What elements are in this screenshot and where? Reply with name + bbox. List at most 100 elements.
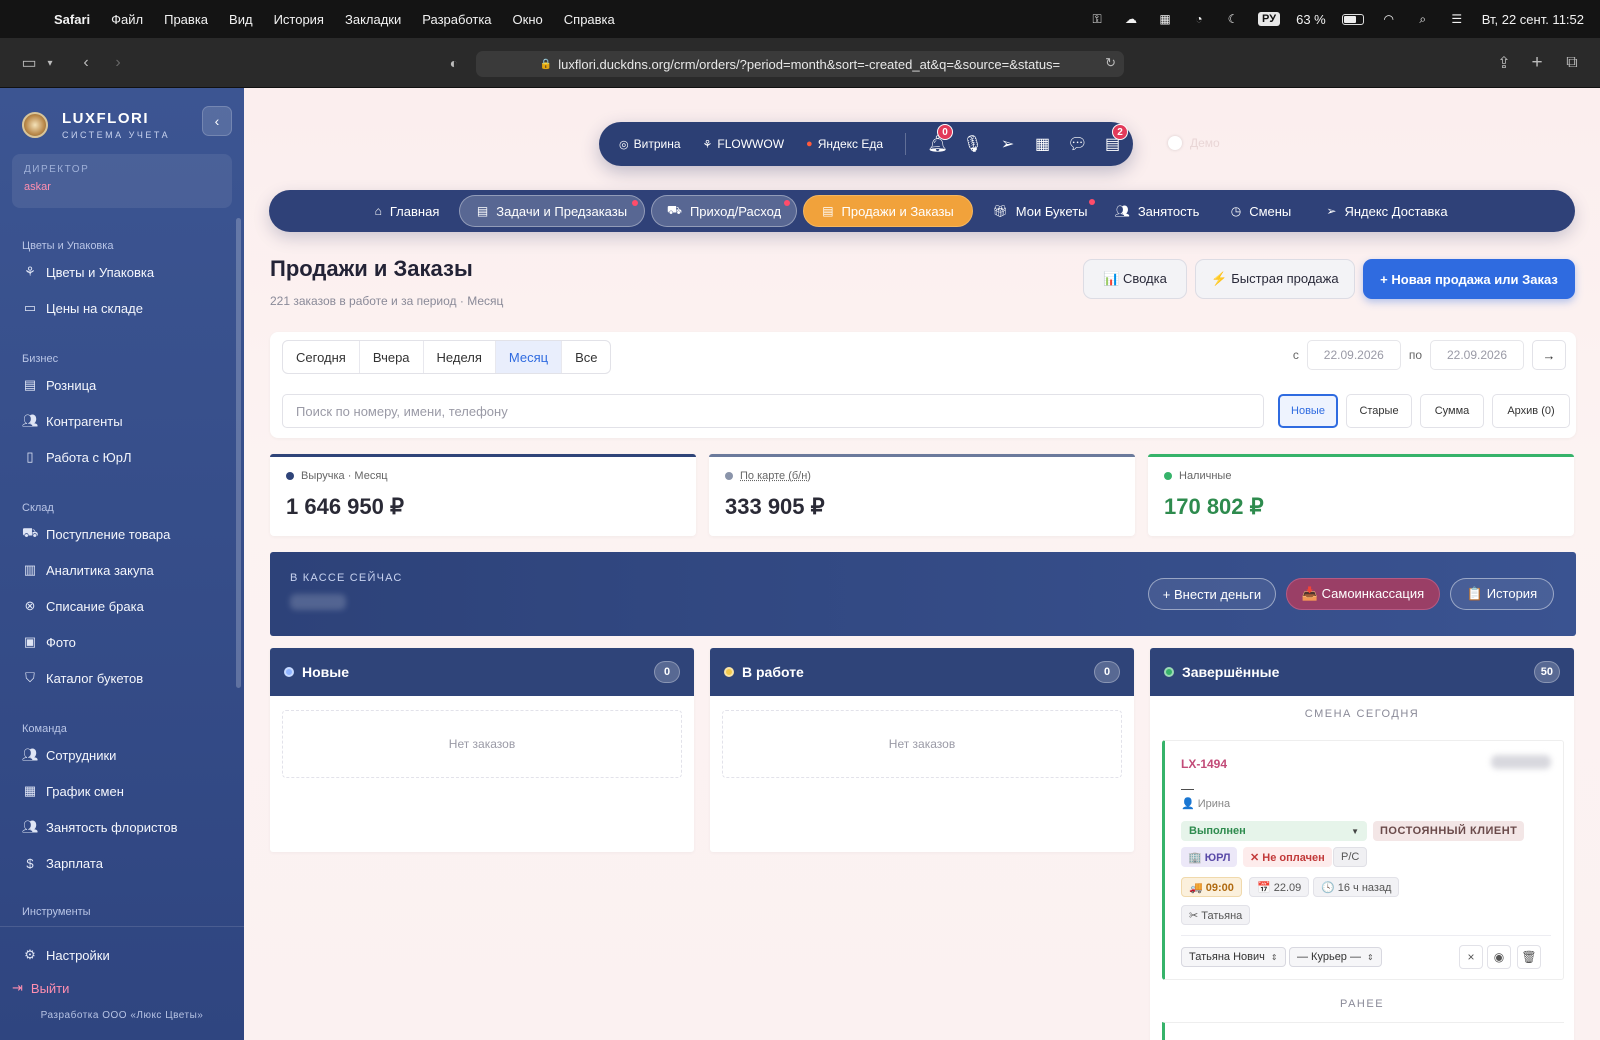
sort-amount-button[interactable]: Сумма xyxy=(1420,394,1484,428)
reload-icon[interactable]: ↻ xyxy=(1105,55,1116,71)
logout-label: Выйти xyxy=(30,980,70,996)
sidebar-item-employees[interactable]: 👥︎ Сотрудники xyxy=(22,744,232,766)
back-icon[interactable]: ‹ xyxy=(76,51,96,75)
battery-icon[interactable] xyxy=(1341,13,1364,25)
keyboard-icon[interactable]: ▦ xyxy=(1156,12,1174,26)
period-week[interactable]: Неделя xyxy=(424,341,496,373)
tabs-overview-icon[interactable]: ⧉ xyxy=(1562,51,1582,75)
gift-icon: 🎁︎ xyxy=(992,204,1008,218)
view-order-button[interactable]: ◉ xyxy=(1487,945,1511,969)
send-button[interactable]: ➢ xyxy=(990,134,1025,154)
nav-yandex-delivery[interactable]: ➢ Яндекс Доставка xyxy=(1313,195,1461,227)
menu-bookmarks[interactable]: Закладки xyxy=(345,12,401,27)
menu-window[interactable]: Окно xyxy=(513,12,543,27)
sidebar-item-write-off[interactable]: ⊗ Списание брака xyxy=(22,595,232,617)
order-status-select[interactable]: Выполнен ▼ xyxy=(1181,821,1367,841)
archive-button[interactable]: Архив (0) xyxy=(1492,394,1570,428)
logout-link[interactable]: ⇥ Выйти xyxy=(12,980,69,996)
forward-icon[interactable]: › xyxy=(108,51,128,75)
delete-order-button[interactable]: 🗑︎ xyxy=(1517,945,1541,969)
cash-history-button[interactable]: 📋 История xyxy=(1450,578,1554,610)
nav-my-bouquets[interactable]: 🎁︎ Мои Букеты xyxy=(979,195,1101,227)
nav-sales-orders[interactable]: ▤ Продажи и Заказы xyxy=(803,195,973,227)
sidebar-item-florist-workload[interactable]: 👥︎ Занятость флористов xyxy=(22,816,232,838)
nav-shifts[interactable]: ◷ Смены xyxy=(1219,195,1303,227)
apply-date-range-button[interactable]: → xyxy=(1532,340,1566,370)
moon-icon[interactable]: ☾ xyxy=(1224,12,1242,26)
summary-button[interactable]: 📊 Сводка xyxy=(1083,259,1187,299)
input-language-badge[interactable]: РУ xyxy=(1258,12,1281,26)
source-yandex-eda[interactable]: ● Яндекс Еда xyxy=(806,137,883,151)
collapse-sidebar-button[interactable]: ‹ xyxy=(202,106,232,136)
menu-app-name[interactable]: Safari xyxy=(54,12,90,27)
source-flowwow[interactable]: ⚘ FLOWWOW xyxy=(703,137,785,151)
menu-help[interactable]: Справка xyxy=(564,12,615,27)
order-description: — xyxy=(1181,781,1194,796)
quick-sale-button[interactable]: ⚡ Быстрая продажа xyxy=(1195,259,1355,299)
privacy-shield-icon[interactable]: ◐ xyxy=(444,51,464,75)
sidebar-item-purchase-analytics[interactable]: ▥ Аналитика закупа xyxy=(22,559,232,581)
user-name[interactable]: askar xyxy=(24,181,220,193)
sidebar-item-retail[interactable]: ▤ Розница xyxy=(22,374,232,396)
weather-icon[interactable]: ☁ xyxy=(1122,12,1140,26)
voice-button[interactable]: 🎙︎ xyxy=(955,134,990,154)
order-number[interactable]: LX-1494 xyxy=(1181,757,1227,771)
sidebar-item-bouquet-catalog[interactable]: ⛉ Каталог букетов xyxy=(22,667,232,689)
menu-file[interactable]: Файл xyxy=(111,12,143,27)
menu-view[interactable]: Вид xyxy=(229,12,253,27)
period-today[interactable]: Сегодня xyxy=(283,341,360,373)
menu-develop[interactable]: Разработка xyxy=(422,12,491,27)
notifications-button[interactable]: 🔔︎ 0 xyxy=(920,124,955,154)
menu-datetime[interactable]: Вт, 22 сент. 11:52 xyxy=(1482,12,1584,27)
courier-select[interactable]: — Курьер — ⇕ xyxy=(1289,947,1382,967)
chevron-down-icon[interactable]: ▾ xyxy=(44,51,56,75)
period-yesterday[interactable]: Вчера xyxy=(360,341,424,373)
sort-newest-button[interactable]: Новые xyxy=(1278,394,1338,428)
sidebar-item-legal-entities[interactable]: ▯ Работа с ЮрЛ xyxy=(22,446,232,468)
menu-history[interactable]: История xyxy=(274,12,324,27)
sidebar-item-shift-schedule[interactable]: ▦ График смен xyxy=(22,780,232,802)
nav-home[interactable]: ⌂ Главная xyxy=(361,195,453,227)
order-card[interactable]: LX-1494 — 👤 Ирина Выполнен ▼ ПОСТОЯННЫЙ К… xyxy=(1162,740,1564,980)
source-showcase[interactable]: ◎ Витрина xyxy=(619,137,681,151)
address-bar[interactable]: 🔒 luxflori.duckdns.org/crm/orders/?perio… xyxy=(476,51,1124,77)
clear-button[interactable]: × xyxy=(1459,945,1483,969)
chat-button[interactable]: 💬︎ xyxy=(1060,134,1095,154)
share-icon[interactable]: ⇪ xyxy=(1494,51,1514,75)
wifi-icon[interactable]: ◠ xyxy=(1380,12,1398,26)
search-icon[interactable]: ⌕ xyxy=(1414,12,1432,26)
orders-search-input[interactable] xyxy=(282,394,1264,428)
calendar-button[interactable]: ▦ xyxy=(1025,134,1060,154)
menu-edit[interactable]: Правка xyxy=(164,12,208,27)
self-collection-button[interactable]: 📥 Самоинкассация xyxy=(1286,578,1440,610)
nav-workload[interactable]: 👥︎ Занятость xyxy=(1107,195,1207,227)
period-all[interactable]: Все xyxy=(562,341,610,373)
date-to-field[interactable]: 22.09.2026 xyxy=(1430,340,1524,370)
nav-tasks-preorders[interactable]: ▤ Задачи и Предзаказы xyxy=(459,195,645,227)
new-tab-icon[interactable]: + xyxy=(1527,51,1547,75)
key-icon[interactable]: ⚿ xyxy=(1088,12,1106,26)
sidebar-scrollbar[interactable] xyxy=(236,218,241,688)
new-sale-order-button[interactable]: + Новая продажа или Заказ xyxy=(1363,259,1575,299)
orders-cart-button[interactable]: ▤ 2 xyxy=(1095,124,1130,154)
order-card[interactable] xyxy=(1162,1022,1564,1040)
timer-icon[interactable]: ◔ xyxy=(1190,12,1208,26)
sidebar-item-salary[interactable]: $ Зарплата xyxy=(22,852,232,874)
sidebar-item-counterparties[interactable]: 👥︎ Контрагенты xyxy=(22,410,232,432)
sidebar-item-settings[interactable]: ⚙ Настройки xyxy=(22,944,232,966)
brand[interactable]: LUXFLORI СИСТЕМА УЧЕТА xyxy=(22,110,170,140)
brand-subtitle: СИСТЕМА УЧЕТА xyxy=(62,130,171,140)
deposit-money-button[interactable]: + Внести деньги xyxy=(1148,578,1276,610)
assignee-select[interactable]: Татьяна Нович ⇕ xyxy=(1181,947,1286,967)
sidebar-toggle-icon[interactable]: ▭ xyxy=(18,51,40,75)
sidebar-item-photo[interactable]: ▣ Фото xyxy=(22,631,232,653)
sidebar-item-flowers[interactable]: ⚘ Цветы и Упаковка xyxy=(22,261,232,283)
control-center-icon[interactable]: ☰ xyxy=(1448,12,1466,26)
nav-income-expense[interactable]: ⛟ Приход/Расход xyxy=(651,195,797,227)
sidebar-item-goods-receipt[interactable]: ⛟ Поступление товара xyxy=(22,523,232,545)
sort-oldest-button[interactable]: Старые xyxy=(1346,394,1412,428)
date-from-field[interactable]: 22.09.2026 xyxy=(1306,340,1401,370)
sidebar-item-stock-prices[interactable]: ▭ Цены на складе xyxy=(22,297,232,319)
demo-toggle[interactable]: Демо xyxy=(1168,136,1220,150)
period-month[interactable]: Месяц xyxy=(495,341,563,373)
